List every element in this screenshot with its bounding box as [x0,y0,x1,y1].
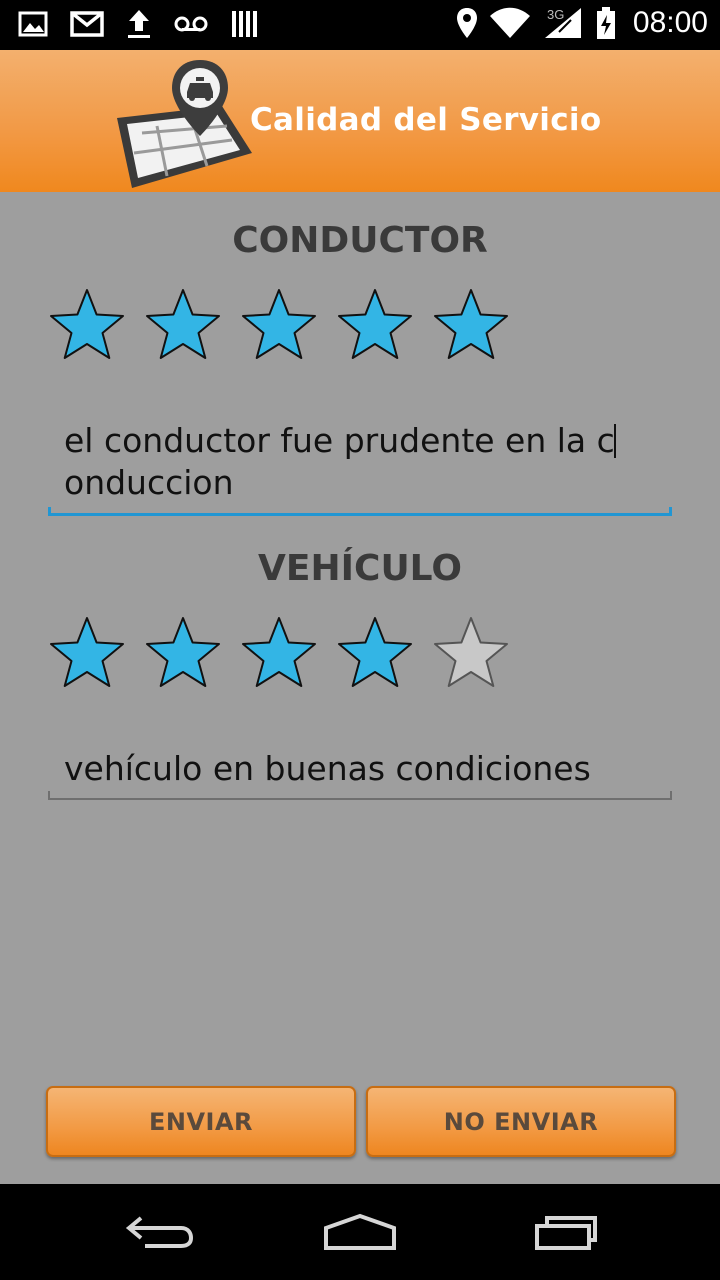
conductor-rating[interactable] [48,287,510,361]
upload-icon [128,10,150,38]
network-type-label: 3G [547,7,564,22]
storage-icon [232,11,257,37]
status-bar: 3G 08:00 [0,0,720,50]
vehiculo-title: VEHÍCULO [258,548,462,589]
conductor-comment-field[interactable]: el conductor fue prudente en la conducci… [48,420,672,516]
notification-icons [18,8,258,40]
star-filled-icon[interactable] [240,615,318,689]
back-icon [125,1216,194,1248]
field-underline [48,798,672,800]
system-icons: 3G 08:00 [455,6,708,40]
vehiculo-comment-text[interactable]: vehículo en buenas condiciones [48,748,672,790]
star-filled-icon[interactable] [144,287,222,361]
app-title: Calidad del Servicio [250,102,602,138]
send-button[interactable]: ENVIAR [46,1086,356,1157]
star-filled-icon[interactable] [48,287,126,361]
vehiculo-rating[interactable] [48,615,510,689]
star-filled-icon[interactable] [336,287,414,361]
field-underline-tick [670,791,672,800]
image-icon [18,11,48,37]
home-icon [324,1213,396,1250]
vehiculo-comment-field[interactable]: vehículo en buenas condiciones [48,748,672,800]
field-underline-tick [669,507,672,516]
app-header: Calidad del Servicio [0,50,720,192]
wifi-icon [489,7,530,38]
star-filled-icon[interactable] [432,287,510,361]
taxi-map-pin-logo [117,60,252,188]
star-filled-icon[interactable] [240,287,318,361]
recents-button[interactable] [517,1202,607,1262]
back-button[interactable] [115,1202,205,1262]
conductor-title: CONDUCTOR [232,220,488,261]
star-filled-icon[interactable] [48,615,126,689]
text-caret [613,424,616,458]
star-empty-icon[interactable] [432,615,510,689]
comment-after-caret: onduccion [64,463,234,502]
voicemail-icon [174,16,208,32]
star-filled-icon[interactable] [144,615,222,689]
clock: 08:00 [632,6,708,39]
recents-icon [535,1216,597,1250]
no-send-button[interactable]: NO ENVIAR [366,1086,676,1157]
comment-before-caret: el conductor fue prudente en la c [64,421,615,460]
conductor-comment-text[interactable]: el conductor fue prudente en la conducci… [48,420,672,504]
signal-icon: 3G [544,7,581,38]
gmail-icon [70,11,104,37]
battery-icon [596,7,615,39]
navigation-bar [0,1184,720,1280]
star-filled-icon[interactable] [336,615,414,689]
field-underline-tick [48,791,50,800]
location-icon [456,8,477,38]
field-underline [48,513,672,516]
field-underline-tick [48,507,51,516]
home-button[interactable] [315,1202,405,1262]
